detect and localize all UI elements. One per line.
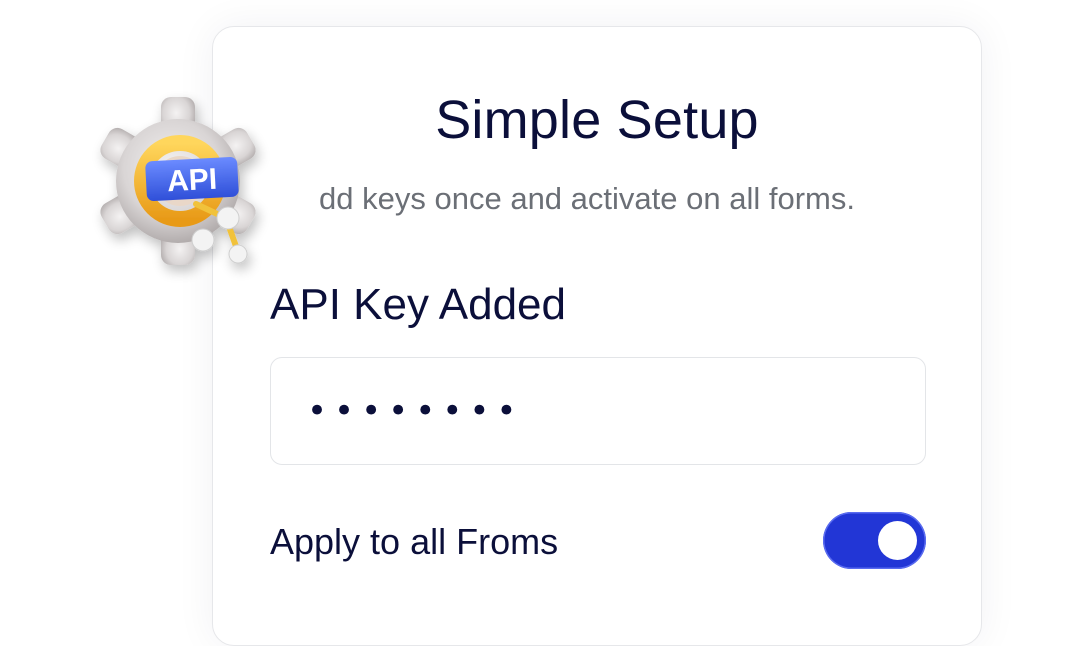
- card-subtitle: dd keys once and activate on all forms.: [213, 181, 981, 217]
- card-subtitle-text: dd keys once and activate on all forms.: [319, 181, 855, 216]
- apply-all-label: Apply to all Froms: [270, 521, 559, 562]
- api-badge-text: API: [166, 163, 218, 199]
- gear-api-icon: API: [88, 86, 278, 286]
- setup-card: Simple Setup dd keys once and activate o…: [212, 26, 982, 646]
- api-key-masked-value: ••••••••: [307, 391, 524, 431]
- toggle-knob: [878, 521, 917, 560]
- api-key-label: API Key Added: [270, 280, 566, 329]
- api-key-field[interactable]: ••••••••: [270, 357, 926, 465]
- apply-all-toggle[interactable]: [823, 512, 926, 569]
- card-title: Simple Setup: [435, 90, 759, 150]
